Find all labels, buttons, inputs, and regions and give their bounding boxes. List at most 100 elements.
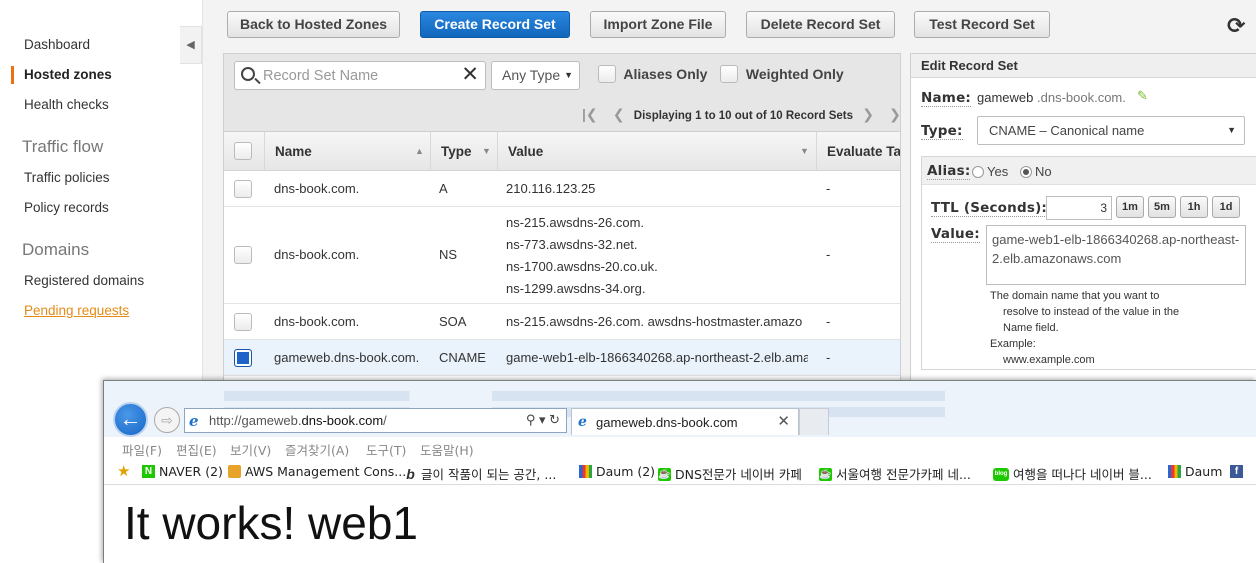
sidebar-item-registered-domains[interactable]: Registered domains bbox=[24, 273, 144, 288]
alias-no-radio[interactable] bbox=[1020, 165, 1032, 178]
favorite-item[interactable]: b 글이 작품이 되는 공간, ... bbox=[404, 464, 556, 483]
prev-page-icon[interactable]: ❮ bbox=[613, 106, 625, 122]
last-page-icon[interactable]: ❯| bbox=[889, 106, 900, 122]
favorite-item[interactable]: Daum bbox=[1168, 464, 1222, 479]
favorite-item[interactable]: f bbox=[1230, 464, 1247, 479]
pager-text: Displaying 1 to 10 out of 10 Record Sets bbox=[633, 110, 853, 122]
column-header-type[interactable]: Type ▼ bbox=[430, 132, 497, 171]
close-tab-icon[interactable]: ✕ bbox=[777, 412, 790, 430]
url-prefix: http://gameweb. bbox=[209, 413, 302, 428]
menu-edit[interactable]: 편집(E) bbox=[176, 440, 217, 459]
table-row-selected[interactable]: gameweb.dns-book.com. CNAME game-web1-el… bbox=[224, 340, 900, 376]
weighted-only-option[interactable]: Weighted Only bbox=[720, 64, 844, 83]
favorite-item[interactable]: AWS Management Cons... bbox=[228, 464, 406, 479]
address-bar[interactable]: e http://gameweb.dns-book.com/ ⚲ ▾ ↻ bbox=[184, 408, 567, 433]
column-header-name[interactable]: Name ▲ bbox=[264, 132, 430, 171]
aliases-only-checkbox[interactable] bbox=[598, 64, 616, 83]
alias-yes-radio[interactable] bbox=[972, 165, 984, 178]
facebook-icon: f bbox=[1230, 464, 1243, 478]
sidebar-item-pending-requests[interactable]: Pending requests bbox=[24, 303, 129, 318]
value-textarea[interactable]: game-web1-elb-1866340268.ap-northeast-2.… bbox=[986, 225, 1246, 285]
delete-record-set-button[interactable]: Delete Record Set bbox=[746, 11, 895, 38]
forward-icon[interactable]: ⇨ bbox=[154, 407, 180, 433]
ttl-1h-button[interactable]: 1h bbox=[1180, 196, 1208, 218]
collapse-sidebar-icon[interactable]: ◀ bbox=[180, 26, 202, 64]
ttl-5m-button[interactable]: 5m bbox=[1148, 196, 1176, 218]
record-evaluate: - bbox=[826, 350, 831, 365]
favorite-label: 서울여행 전문가카페 네... bbox=[836, 467, 971, 482]
type-filter-select[interactable]: Any Type ▼ bbox=[491, 61, 580, 90]
back-icon[interactable]: ← bbox=[113, 402, 148, 437]
sidebar-item-traffic-policies[interactable]: Traffic policies bbox=[24, 170, 110, 185]
favorite-label: DNS전문가 네이버 카페 bbox=[675, 467, 802, 482]
daum-icon bbox=[579, 464, 592, 478]
sidebar-item-policy-records[interactable]: Policy records bbox=[24, 200, 109, 215]
favorite-label: Daum (2) bbox=[596, 464, 656, 479]
aliases-only-option[interactable]: Aliases Only bbox=[598, 64, 707, 83]
menu-view[interactable]: 보기(V) bbox=[230, 440, 271, 459]
alias-yes-option[interactable]: Yes bbox=[972, 164, 1008, 179]
sidebar-item-health-checks[interactable]: Health checks bbox=[24, 97, 109, 112]
favorite-item[interactable]: N NAVER (2) bbox=[142, 464, 223, 479]
url-text[interactable]: http://gameweb.dns-book.com/ bbox=[209, 413, 387, 428]
favorite-item[interactable]: ☕ DNS전문가 네이버 카페 bbox=[658, 464, 802, 483]
weighted-only-checkbox[interactable] bbox=[720, 64, 738, 83]
name-value-prefix: gameweb bbox=[977, 90, 1034, 105]
menu-help[interactable]: 도움말(H) bbox=[420, 440, 474, 459]
row-checkbox[interactable] bbox=[234, 313, 252, 331]
menu-file[interactable]: 파일(F) bbox=[122, 440, 162, 459]
table-row[interactable]: dns-book.com. A 210.116.123.25 - bbox=[224, 171, 900, 207]
browser-tab[interactable]: e gameweb.dns-book.com ✕ bbox=[571, 408, 799, 435]
import-zone-file-button[interactable]: Import Zone File bbox=[590, 11, 726, 38]
help-line: Example: bbox=[990, 338, 1036, 350]
record-type: SOA bbox=[439, 314, 467, 329]
new-tab-button[interactable] bbox=[799, 408, 829, 435]
record-type-select[interactable]: CNAME – Canonical name ▼ bbox=[977, 116, 1245, 145]
alias-no-option[interactable]: No bbox=[1020, 164, 1052, 179]
table-row[interactable]: dns-book.com. SOA ns-215.awsdns-26.com. … bbox=[224, 304, 900, 340]
record-value: ns-215.awsdns-26.com. awsdns-hostmaster.… bbox=[506, 314, 803, 329]
test-record-set-button[interactable]: Test Record Set bbox=[914, 11, 1050, 38]
column-header-value[interactable]: Value ▼ bbox=[497, 132, 816, 171]
favorites-star-icon[interactable]: ★ bbox=[117, 462, 130, 480]
record-value: game-web1-elb-1866340268.ap-northeast-2.… bbox=[506, 350, 808, 365]
record-evaluate: - bbox=[826, 181, 831, 196]
column-header-evaluate[interactable]: Evaluate Tar bbox=[816, 132, 900, 171]
ttl-1m-button[interactable]: 1m bbox=[1116, 196, 1144, 218]
create-record-set-button[interactable]: Create Record Set bbox=[420, 11, 570, 38]
search-refresh-icons[interactable]: ⚲ ▾ ↻ bbox=[526, 412, 560, 428]
ttl-1d-button[interactable]: 1d bbox=[1212, 196, 1240, 218]
record-type: A bbox=[439, 181, 448, 196]
clear-search-icon[interactable]: ✕ bbox=[461, 64, 479, 86]
column-header-value-label: Value bbox=[508, 144, 544, 159]
record-sets-panel: ✕ Any Type ▼ Aliases Only Weighted Only … bbox=[223, 53, 901, 383]
ttl-input[interactable]: 3 bbox=[1046, 196, 1112, 220]
search-input[interactable] bbox=[261, 65, 456, 87]
next-page-icon[interactable]: ❯ bbox=[862, 106, 874, 122]
naver-blog-icon: blog bbox=[993, 467, 1009, 481]
back-to-hosted-zones-button[interactable]: Back to Hosted Zones bbox=[227, 11, 400, 38]
row-checkbox-checked[interactable] bbox=[234, 349, 252, 367]
row-checkbox[interactable] bbox=[234, 180, 252, 198]
select-all-checkbox[interactable] bbox=[234, 142, 252, 160]
pencil-icon[interactable]: ✎ bbox=[1137, 88, 1148, 104]
menu-favorites[interactable]: 즐겨찾기(A) bbox=[285, 440, 349, 459]
pagination: |❮ ❮ Displaying 1 to 10 out of 10 Record… bbox=[576, 106, 900, 123]
menu-tools[interactable]: 도구(T) bbox=[366, 440, 406, 459]
record-value: ns-215.awsdns-26.com. ns-773.awsdns-32.n… bbox=[506, 212, 658, 300]
sidebar-item-hosted-zones[interactable]: Hosted zones bbox=[24, 67, 112, 82]
table-row[interactable]: dns-book.com. NS ns-215.awsdns-26.com. n… bbox=[224, 207, 900, 304]
record-value-line: ns-773.awsdns-32.net. bbox=[506, 237, 638, 252]
favorite-item[interactable]: blog 여행을 떠나다 네이버 블... bbox=[993, 464, 1152, 483]
row-checkbox[interactable] bbox=[234, 246, 252, 264]
refresh-icon[interactable]: ⟳ bbox=[1227, 15, 1245, 37]
record-value: 210.116.123.25 bbox=[506, 181, 596, 196]
alias-row: Alias: Yes No bbox=[922, 157, 1256, 185]
alias-yes-label: Yes bbox=[987, 164, 1009, 179]
favorite-item[interactable]: ☕ 서울여행 전문가카페 네... bbox=[819, 464, 971, 483]
column-header-name-label: Name bbox=[275, 144, 312, 159]
sidebar-item-dashboard[interactable]: Dashboard bbox=[24, 37, 90, 52]
brunch-pen-icon: b bbox=[406, 465, 415, 482]
first-page-icon[interactable]: |❮ bbox=[582, 106, 598, 122]
favorite-item[interactable]: Daum (2) bbox=[579, 464, 655, 479]
